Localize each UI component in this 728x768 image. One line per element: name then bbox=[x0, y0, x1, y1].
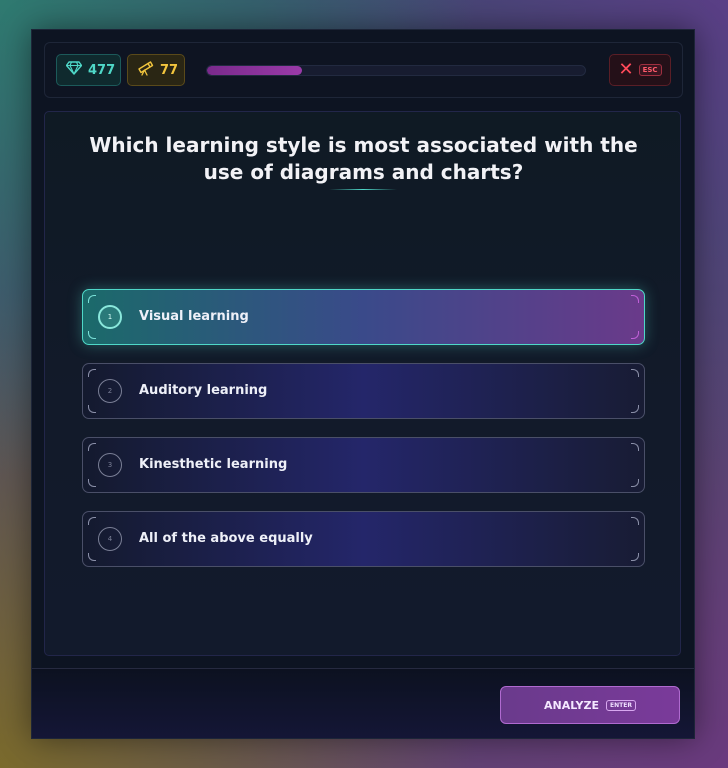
diamond-icon bbox=[65, 61, 83, 79]
corner-decoration bbox=[631, 479, 639, 487]
option-label: Kinesthetic learning bbox=[139, 457, 288, 472]
gems-counter: 477 bbox=[56, 54, 121, 86]
option-number: 2 bbox=[98, 379, 122, 403]
gems-count: 477 bbox=[88, 62, 116, 78]
analyze-button[interactable]: ANALYZE ENTER bbox=[500, 686, 680, 724]
quiz-window: 477 77 ✕ ESC Which learning style is mos… bbox=[31, 29, 695, 739]
corner-decoration bbox=[631, 553, 639, 561]
option-label: Auditory learning bbox=[139, 383, 268, 398]
option-number: 3 bbox=[98, 453, 122, 477]
corner-decoration bbox=[88, 553, 96, 561]
corner-decoration bbox=[631, 517, 639, 525]
progress-bar bbox=[206, 65, 586, 76]
option-number: 1 bbox=[98, 305, 122, 329]
corner-decoration bbox=[88, 517, 96, 525]
corner-decoration bbox=[88, 479, 96, 487]
corner-decoration bbox=[88, 443, 96, 451]
question-text: Which learning style is most associated … bbox=[89, 133, 638, 184]
telescope-counter: 77 bbox=[127, 54, 185, 86]
corner-decoration bbox=[631, 331, 639, 339]
option-1[interactable]: 1 Visual learning bbox=[82, 289, 645, 345]
option-label: Visual learning bbox=[139, 309, 249, 324]
corner-decoration bbox=[88, 331, 96, 339]
analyze-label: ANALYZE bbox=[544, 698, 600, 712]
question-panel: Which learning style is most associated … bbox=[44, 111, 681, 656]
option-number: 4 bbox=[98, 527, 122, 551]
enter-key-hint: ENTER bbox=[606, 699, 636, 711]
close-button[interactable]: ✕ ESC bbox=[609, 54, 671, 86]
option-4[interactable]: 4 All of the above equally bbox=[82, 511, 645, 567]
option-2[interactable]: 2 Auditory learning bbox=[82, 363, 645, 419]
option-3[interactable]: 3 Kinesthetic learning bbox=[82, 437, 645, 493]
question-underline bbox=[329, 189, 397, 190]
corner-decoration bbox=[631, 443, 639, 451]
corner-decoration bbox=[88, 295, 96, 303]
corner-decoration bbox=[631, 369, 639, 377]
telescope-icon bbox=[137, 60, 154, 80]
corner-decoration bbox=[631, 405, 639, 413]
progress-fill bbox=[207, 66, 302, 75]
close-icon: ✕ bbox=[618, 59, 634, 80]
telescope-count: 77 bbox=[160, 62, 179, 78]
top-bar: 477 77 ✕ ESC bbox=[44, 42, 683, 98]
esc-key-hint: ESC bbox=[638, 64, 662, 76]
corner-decoration bbox=[631, 295, 639, 303]
footer-bar: ANALYZE ENTER bbox=[32, 668, 694, 738]
option-label: All of the above equally bbox=[139, 531, 313, 546]
corner-decoration bbox=[88, 405, 96, 413]
corner-decoration bbox=[88, 369, 96, 377]
